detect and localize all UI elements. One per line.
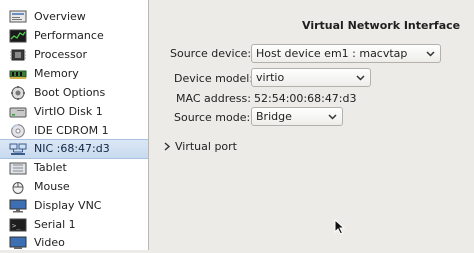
svg-text:>_: >_: [12, 222, 21, 230]
device-model-dropdown[interactable]: virtio: [251, 68, 371, 87]
nic-icon: [9, 143, 27, 155]
sidebar-item-label: IDE CDROM 1: [34, 124, 109, 137]
hardware-list[interactable]: Overview Performance Processor Memory Bo…: [0, 0, 149, 250]
sidebar-item-tablet[interactable]: Tablet: [0, 159, 148, 178]
sidebar-item-label: VirtIO Disk 1: [34, 105, 103, 118]
processor-icon: [10, 49, 26, 61]
chevron-down-icon: [356, 75, 365, 81]
performance-icon: [9, 29, 27, 43]
sidebar-item-memory[interactable]: Memory: [0, 65, 148, 84]
virtual-port-label: Virtual port: [175, 140, 237, 153]
sidebar-item-mouse[interactable]: Mouse: [0, 178, 148, 197]
sidebar-item-label: Video: [34, 236, 65, 249]
sidebar-item-label: Overview: [34, 10, 86, 23]
sidebar-item-label: NIC :68:47:d3: [34, 142, 110, 155]
sidebar-item-serial-1[interactable]: >_ Serial 1: [0, 216, 148, 235]
mac-address-value: 52:54:00:68:47:d3: [254, 92, 357, 105]
display-icon: [9, 199, 27, 213]
source-mode-dropdown[interactable]: Bridge: [251, 107, 343, 126]
tablet-icon: [9, 162, 27, 175]
sidebar-item-nic[interactable]: NIC :68:47:d3: [0, 139, 148, 159]
sidebar-item-video[interactable]: Video: [0, 234, 148, 253]
sidebar-item-processor[interactable]: Processor: [0, 46, 148, 65]
cdrom-icon: [11, 124, 25, 138]
sidebar-item-label: Performance: [34, 29, 104, 42]
source-device-dropdown[interactable]: Host device em1 : macvtap: [251, 44, 441, 63]
chevron-down-icon: [328, 114, 337, 120]
sidebar-item-virtio-disk-1[interactable]: VirtIO Disk 1: [0, 103, 148, 122]
mouse-cursor-icon: [334, 219, 345, 235]
chevron-down-icon: [426, 51, 435, 57]
sidebar-item-boot-options[interactable]: Boot Options: [0, 84, 148, 103]
serial-icon: >_: [9, 218, 27, 232]
disk-icon: [9, 107, 27, 118]
page-title: Virtual Network Interface: [302, 19, 461, 32]
sidebar-item-label: Serial 1: [34, 218, 76, 231]
overview-icon: [9, 10, 27, 23]
sidebar-item-label: Tablet: [34, 161, 67, 174]
sidebar-item-overview[interactable]: Overview: [0, 8, 148, 27]
sidebar-item-label: Memory: [34, 67, 79, 80]
sidebar-item-performance[interactable]: Performance: [0, 27, 148, 46]
sidebar-item-label: Processor: [34, 48, 87, 61]
sidebar-item-label: Boot Options: [34, 86, 106, 99]
mac-address-label: MAC address:: [176, 92, 251, 105]
chevron-right-icon: [164, 142, 171, 151]
sidebar-item-display-vnc[interactable]: Display VNC: [0, 197, 148, 216]
video-icon: [9, 236, 27, 249]
boot-options-icon: [11, 86, 25, 100]
sidebar-item-label: Mouse: [34, 180, 70, 193]
mouse-icon: [12, 182, 24, 194]
memory-icon: [9, 70, 27, 79]
source-device-value: Host device em1 : macvtap: [256, 47, 408, 60]
source-mode-value: Bridge: [256, 110, 292, 123]
device-model-value: virtio: [256, 71, 285, 84]
device-model-label: Device model:: [174, 72, 254, 85]
source-device-label: Source device:: [170, 47, 252, 60]
sidebar-item-label: Display VNC: [34, 199, 102, 212]
source-mode-label: Source mode:: [174, 111, 251, 124]
